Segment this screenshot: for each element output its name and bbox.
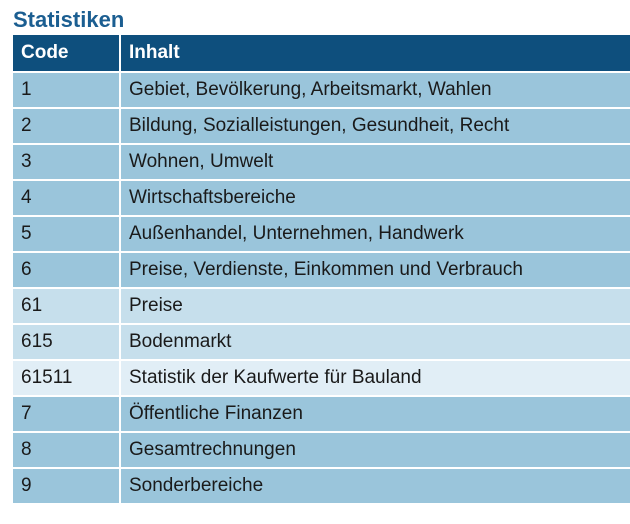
table-row[interactable]: 8 Gesamtrechnungen (13, 433, 630, 469)
table-row[interactable]: 6 Preise, Verdienste, Einkommen und Verb… (13, 253, 630, 289)
row-content: Bildung, Sozialleistungen, Gesundheit, R… (121, 109, 630, 145)
row-code: 5 (13, 217, 121, 253)
row-code: 3 (13, 145, 121, 181)
table-header-row: Code Inhalt (13, 35, 630, 73)
row-code: 1 (13, 73, 121, 109)
row-code: 4 (13, 181, 121, 217)
table-row[interactable]: 3 Wohnen, Umwelt (13, 145, 630, 181)
page-title: Statistiken (13, 7, 125, 32)
table-row[interactable]: 9 Sonderbereiche (13, 469, 630, 505)
row-code: 61511 (13, 361, 121, 397)
table-row[interactable]: 7 Öffentliche Finanzen (13, 397, 630, 433)
row-code: 7 (13, 397, 121, 433)
row-content: Gesamtrechnungen (121, 433, 630, 469)
row-code: 615 (13, 325, 121, 361)
statistics-table: Code Inhalt 1 Gebiet, Bevölkerung, Arbei… (13, 35, 630, 505)
row-content: Außenhandel, Unternehmen, Handwerk (121, 217, 630, 253)
row-content: Preise (121, 289, 630, 325)
table-row[interactable]: 4 Wirtschaftsbereiche (13, 181, 630, 217)
row-code: 8 (13, 433, 121, 469)
row-code: 2 (13, 109, 121, 145)
row-code: 6 (13, 253, 121, 289)
row-content: Öffentliche Finanzen (121, 397, 630, 433)
row-content: Statistik der Kaufwerte für Bauland (121, 361, 630, 397)
table-row[interactable]: 615 Bodenmarkt (13, 325, 630, 361)
table-row[interactable]: 61511 Statistik der Kaufwerte für Baulan… (13, 361, 630, 397)
table-body: 1 Gebiet, Bevölkerung, Arbeitsmarkt, Wah… (13, 73, 630, 505)
row-code: 9 (13, 469, 121, 505)
column-header-content[interactable]: Inhalt (121, 35, 630, 73)
row-content: Gebiet, Bevölkerung, Arbeitsmarkt, Wahle… (121, 73, 630, 109)
row-content: Sonderbereiche (121, 469, 630, 505)
row-content: Preise, Verdienste, Einkommen und Verbra… (121, 253, 630, 289)
table-row[interactable]: 1 Gebiet, Bevölkerung, Arbeitsmarkt, Wah… (13, 73, 630, 109)
table-row[interactable]: 61 Preise (13, 289, 630, 325)
table-row[interactable]: 2 Bildung, Sozialleistungen, Gesundheit,… (13, 109, 630, 145)
row-code: 61 (13, 289, 121, 325)
column-header-code[interactable]: Code (13, 35, 121, 73)
row-content: Wirtschaftsbereiche (121, 181, 630, 217)
row-content: Wohnen, Umwelt (121, 145, 630, 181)
row-content: Bodenmarkt (121, 325, 630, 361)
table-row[interactable]: 5 Außenhandel, Unternehmen, Handwerk (13, 217, 630, 253)
